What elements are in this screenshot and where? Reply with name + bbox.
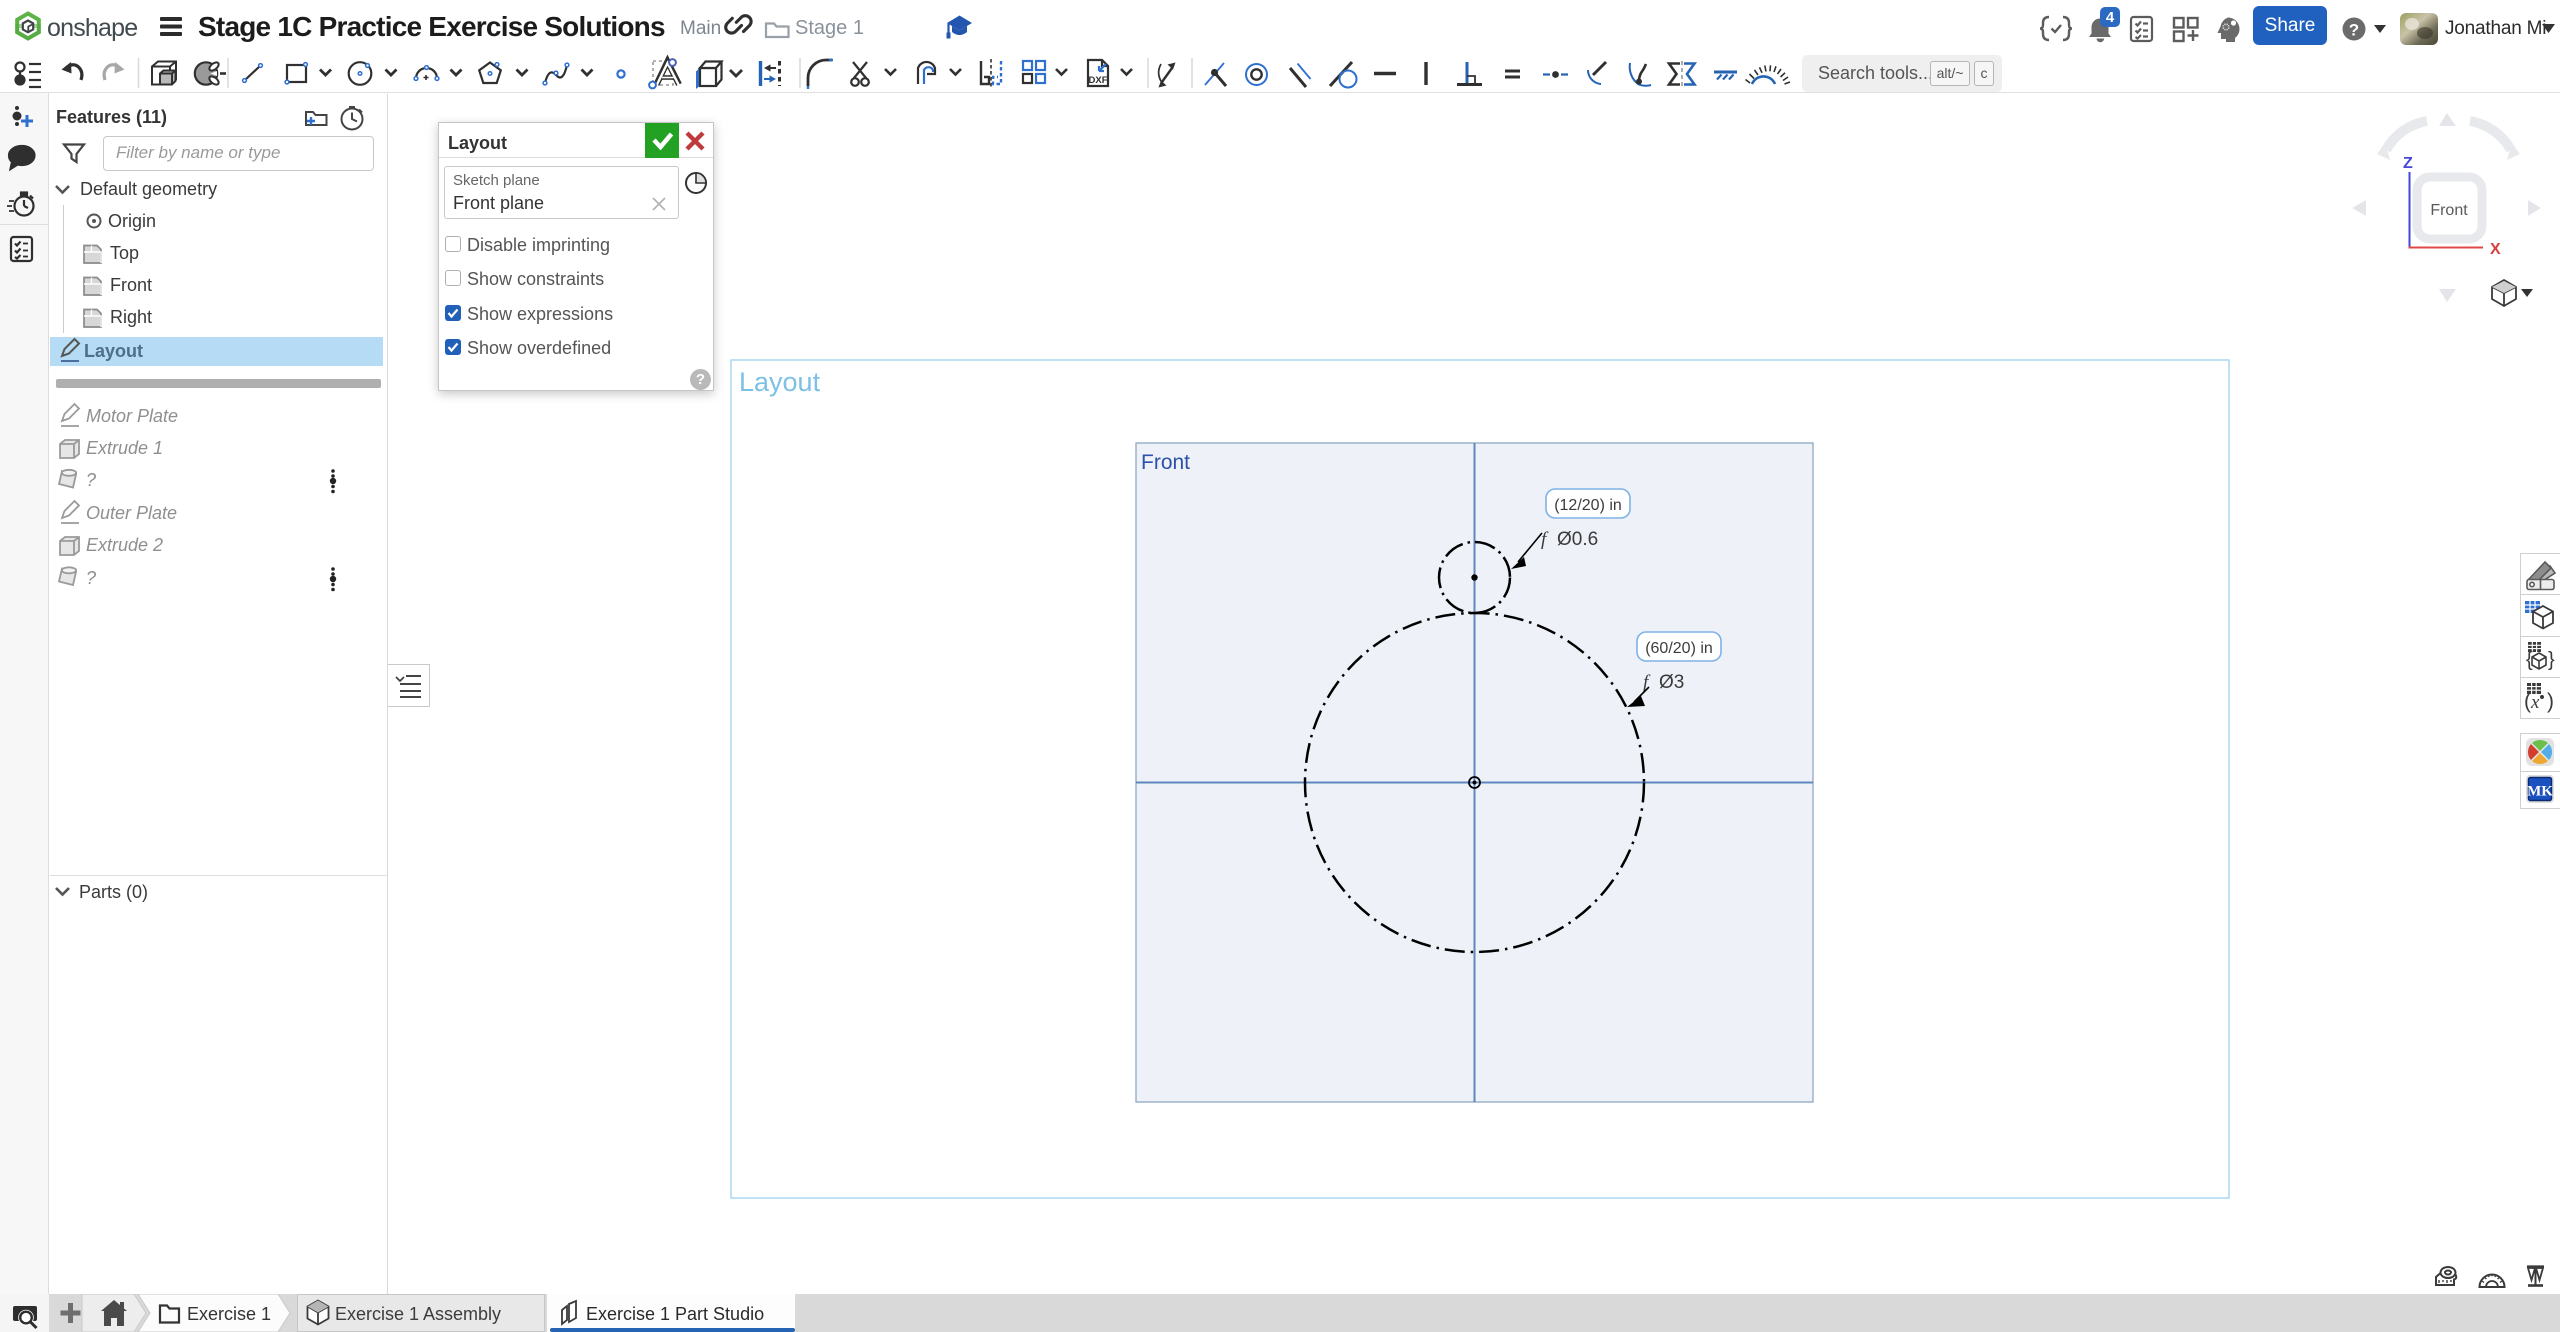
svg-text:}: } (2548, 649, 2555, 671)
svg-text:Z: Z (2403, 155, 2413, 172)
svg-text:(60/20) in: (60/20) in (1645, 640, 1713, 657)
svg-text:MK: MK (2527, 784, 2553, 800)
svg-text:X: X (2490, 241, 2501, 258)
svg-text:(12/20) in: (12/20) in (1554, 497, 1622, 514)
svg-text:Layout: Layout (739, 367, 821, 397)
svg-text:Front: Front (1141, 451, 1190, 474)
svg-text:Ø0.6: Ø0.6 (1557, 529, 1598, 550)
svg-text:(: ( (2524, 690, 2531, 713)
svg-text:DXF: DXF (1089, 75, 1108, 86)
svg-text:Front: Front (2430, 202, 2468, 219)
svg-text:Ø3: Ø3 (1659, 672, 1684, 693)
svg-text:x: x (2530, 692, 2540, 713)
svg-text:): ) (2547, 690, 2554, 713)
svg-text:?: ? (2349, 21, 2359, 40)
svg-text:4: 4 (2106, 9, 2115, 26)
